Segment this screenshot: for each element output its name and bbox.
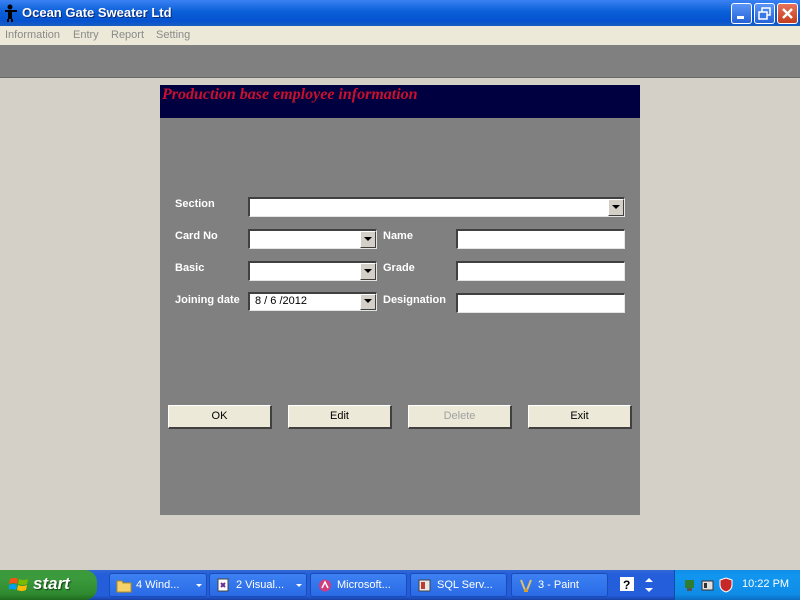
microsoft-app-icon bbox=[319, 579, 331, 592]
joining-date-value: 8 / 6 /2012 bbox=[255, 295, 307, 307]
menu-item-entry[interactable]: Entry bbox=[73, 29, 99, 41]
toolbar-area bbox=[0, 45, 800, 78]
minimize-icon bbox=[737, 16, 744, 19]
sql-server-icon bbox=[418, 579, 431, 592]
taskbar-item-label: SQL Serv... bbox=[437, 579, 493, 591]
volume-icon[interactable] bbox=[701, 577, 715, 593]
close-button[interactable] bbox=[777, 3, 798, 24]
system-tray: 10:22 PM bbox=[674, 570, 800, 600]
chevron-down-icon bbox=[296, 584, 302, 587]
taskbar-item-label: 4 Wind... bbox=[136, 579, 180, 591]
chevron-down-icon bbox=[364, 299, 372, 303]
joining-date-picker[interactable]: 8 / 6 /2012 bbox=[248, 292, 377, 311]
taskbar: start 4 Wind... 2 Visual... Microsoft...… bbox=[0, 570, 800, 600]
basic-dropdown-button[interactable] bbox=[360, 263, 376, 280]
basic-label: Basic bbox=[175, 262, 205, 274]
taskbar-item-paint[interactable]: 3 - Paint bbox=[511, 573, 608, 597]
joining-date-label: Joining date bbox=[175, 294, 240, 306]
taskbar-item-visual-studio[interactable]: 2 Visual... bbox=[209, 573, 307, 597]
chevron-down-icon bbox=[612, 205, 620, 209]
designation-field[interactable] bbox=[456, 293, 625, 313]
taskbar-item-label: 2 Visual... bbox=[236, 579, 285, 591]
taskbar-item-label: 3 - Paint bbox=[538, 579, 579, 591]
name-label: Name bbox=[383, 230, 413, 242]
form-heading: Production base employee information bbox=[162, 86, 418, 103]
svg-text:?: ? bbox=[623, 578, 630, 591]
card-no-combobox[interactable] bbox=[248, 229, 377, 249]
help-icon[interactable]: ? bbox=[620, 577, 634, 591]
form-header: Production base employee information bbox=[160, 85, 640, 118]
exit-button[interactable]: Exit bbox=[528, 405, 632, 429]
taskbar-item-label: Microsoft... bbox=[337, 579, 391, 591]
chevron-down-icon bbox=[196, 584, 202, 587]
taskbar-item-windows[interactable]: 4 Wind... bbox=[109, 573, 207, 597]
windows-flag-icon bbox=[9, 578, 28, 591]
ok-button[interactable]: OK bbox=[168, 405, 272, 429]
close-icon bbox=[782, 8, 793, 19]
card-no-dropdown-button[interactable] bbox=[360, 231, 376, 248]
joining-date-dropdown-button[interactable] bbox=[360, 294, 376, 310]
basic-combobox[interactable] bbox=[248, 261, 377, 281]
chevron-down-icon bbox=[364, 269, 372, 273]
visual-studio-icon bbox=[217, 578, 229, 592]
security-shield-icon[interactable] bbox=[719, 577, 733, 593]
folder-icon bbox=[116, 580, 132, 593]
designation-label: Designation bbox=[383, 294, 446, 306]
app-icon bbox=[5, 4, 17, 22]
grade-label: Grade bbox=[383, 262, 415, 274]
delete-button[interactable]: Delete bbox=[408, 405, 512, 429]
restore-icon bbox=[758, 7, 771, 20]
section-combobox[interactable] bbox=[248, 197, 625, 217]
menu-item-information[interactable]: Information bbox=[5, 29, 60, 41]
start-button[interactable]: start bbox=[0, 570, 97, 600]
section-dropdown-button[interactable] bbox=[608, 199, 624, 216]
start-label: start bbox=[33, 574, 70, 593]
section-label: Section bbox=[175, 198, 215, 210]
restore-button[interactable] bbox=[754, 3, 775, 24]
name-field[interactable] bbox=[456, 229, 625, 249]
paint-icon bbox=[520, 579, 532, 592]
menu-item-report[interactable]: Report bbox=[111, 29, 144, 41]
taskbar-scroll-arrows-icon[interactable] bbox=[644, 575, 654, 595]
clock: 10:22 PM bbox=[742, 578, 790, 590]
chevron-down-icon bbox=[364, 237, 372, 241]
edit-button[interactable]: Edit bbox=[288, 405, 392, 429]
taskbar-item-microsoft[interactable]: Microsoft... bbox=[310, 573, 407, 597]
menu-bar: Information Entry Report Setting bbox=[0, 26, 800, 45]
window-titlebar: Ocean Gate Sweater Ltd bbox=[0, 0, 800, 26]
minimize-button[interactable] bbox=[731, 3, 752, 24]
window-title: Ocean Gate Sweater Ltd bbox=[22, 5, 172, 20]
grade-field[interactable] bbox=[456, 261, 625, 281]
employee-form-panel: Production base employee information Sec… bbox=[160, 85, 640, 515]
menu-item-setting[interactable]: Setting bbox=[156, 29, 190, 41]
taskbar-item-sql-server[interactable]: SQL Serv... bbox=[410, 573, 507, 597]
network-icon[interactable] bbox=[683, 577, 697, 593]
card-no-label: Card No bbox=[175, 230, 218, 242]
